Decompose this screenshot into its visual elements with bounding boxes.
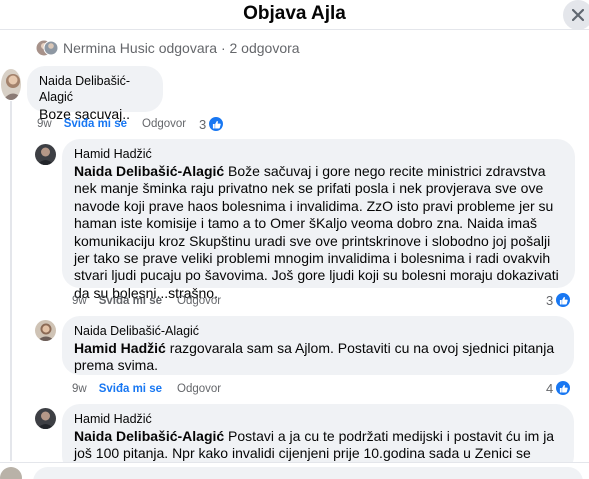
comment-timestamp[interactable]: 9w (72, 295, 87, 307)
comment-actions: 9w Sviđa mi se Odgovor (37, 116, 186, 132)
reaction-summary[interactable]: 3 (546, 292, 572, 308)
mention-link[interactable]: Hamid Hadžić (74, 340, 166, 356)
like-button[interactable]: Sviđa mi se (99, 383, 162, 395)
comment-text: Naida Delibašić-Alagić Bože sačuvaj i go… (74, 163, 563, 302)
close-icon (572, 9, 584, 21)
reaction-count: 4 (546, 380, 554, 396)
like-button[interactable]: Sviđa mi se (99, 295, 162, 307)
comment-bubble: Naida Delibašić-Alagić Hamid Hadžić razg… (62, 316, 574, 375)
thumbs-up-icon (208, 116, 225, 132)
reaction-count: 3 (546, 292, 554, 308)
comment-bubble: Naida Delibašić-Alagić Boze sacuvaj.. (27, 66, 163, 122)
avatar[interactable] (35, 320, 56, 341)
comment-text: Hamid Hadžić razgovarala sam sa Ajlom. P… (74, 340, 562, 375)
reaction-count: 3 (199, 116, 207, 132)
close-button[interactable] (563, 0, 589, 30)
comment-input[interactable] (33, 467, 583, 479)
comment-actions: 9w Sviđa mi se Odgovor (72, 381, 221, 397)
replier-avatars-icon (36, 39, 59, 57)
comment-author[interactable]: Hamid Hadžić (74, 146, 563, 162)
comment-author[interactable]: Naida Delibašić-Alagić (39, 73, 151, 105)
comment-author[interactable]: Naida Delibašić-Alagić (74, 323, 562, 339)
dialog-title: Objava Ajla (243, 3, 346, 24)
comment-timestamp[interactable]: 9w (72, 383, 87, 395)
avatar[interactable] (1, 69, 21, 100)
mention-link[interactable]: Naida Delibašić-Alagić (74, 428, 224, 444)
comment-timestamp[interactable]: 9w (37, 118, 52, 130)
reply-button[interactable]: Odgovor (177, 295, 221, 307)
comment-actions: 9w Sviđa mi se Odgovor (72, 293, 221, 309)
avatar[interactable] (35, 408, 56, 429)
avatar[interactable] (35, 144, 56, 165)
reply-button[interactable]: Odgovor (142, 118, 186, 130)
thumbs-up-icon (555, 380, 572, 396)
mention-link[interactable]: Naida Delibašić-Alagić (74, 163, 224, 179)
header-divider (0, 29, 589, 30)
thread-line (10, 101, 12, 461)
comment-body: Bože sačuvaj i gore nego recite ministri… (74, 163, 559, 301)
thumbs-up-icon (555, 292, 572, 308)
like-button[interactable]: Sviđa mi se (64, 118, 127, 130)
comment-bubble: Hamid Hadžić Naida Delibašić-Alagić Bože… (62, 139, 575, 301)
reply-button[interactable]: Odgovor (177, 383, 221, 395)
replies-summary-text: Nermina Husic odgovara · 2 odgovora (63, 40, 300, 56)
reaction-summary[interactable]: 4 (546, 380, 572, 396)
reaction-summary[interactable]: 3 (199, 116, 225, 132)
dialog-header: Objava Ajla (0, 0, 589, 28)
comment-author[interactable]: Hamid Hadžić (74, 411, 562, 427)
view-replies-link[interactable]: Nermina Husic odgovara · 2 odgovora (36, 38, 300, 58)
